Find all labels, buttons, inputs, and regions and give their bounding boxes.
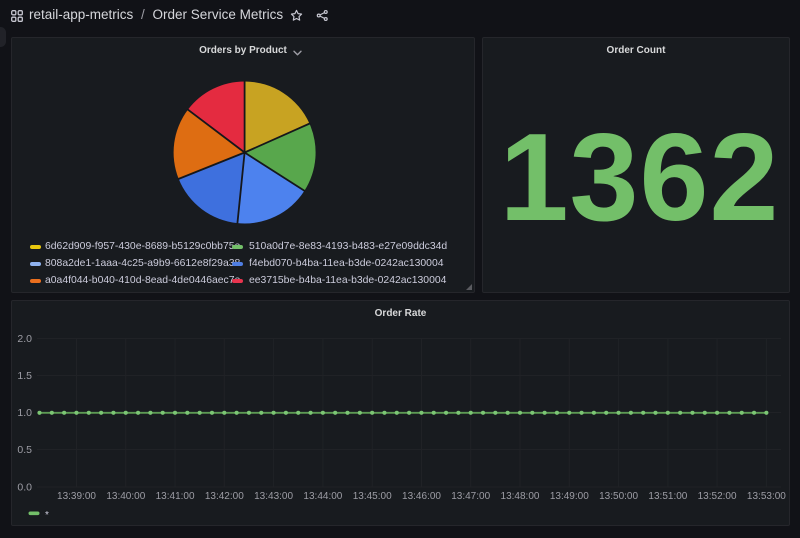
svg-text:13:44:00: 13:44:00 bbox=[303, 491, 342, 502]
svg-text:13:51:00: 13:51:00 bbox=[648, 491, 687, 502]
svg-text:2.0: 2.0 bbox=[17, 333, 32, 345]
svg-text:13:40:00: 13:40:00 bbox=[106, 491, 145, 502]
svg-text:13:45:00: 13:45:00 bbox=[353, 491, 392, 502]
svg-text:13:48:00: 13:48:00 bbox=[501, 491, 540, 502]
svg-text:13:39:00: 13:39:00 bbox=[57, 491, 96, 502]
svg-text:13:52:00: 13:52:00 bbox=[698, 491, 737, 502]
svg-text:13:49:00: 13:49:00 bbox=[550, 491, 589, 502]
svg-text:0.0: 0.0 bbox=[17, 482, 32, 494]
svg-text:1.5: 1.5 bbox=[17, 370, 32, 382]
svg-text:0.5: 0.5 bbox=[17, 444, 32, 456]
svg-text:*: * bbox=[45, 510, 49, 521]
svg-text:13:53:00: 13:53:00 bbox=[747, 491, 786, 502]
svg-text:13:47:00: 13:47:00 bbox=[451, 491, 490, 502]
svg-text:13:42:00: 13:42:00 bbox=[205, 491, 244, 502]
svg-text:1.0: 1.0 bbox=[17, 407, 32, 419]
svg-text:13:41:00: 13:41:00 bbox=[156, 491, 195, 502]
svg-text:13:46:00: 13:46:00 bbox=[402, 491, 441, 502]
svg-text:13:43:00: 13:43:00 bbox=[254, 491, 293, 502]
svg-text:13:50:00: 13:50:00 bbox=[599, 491, 638, 502]
